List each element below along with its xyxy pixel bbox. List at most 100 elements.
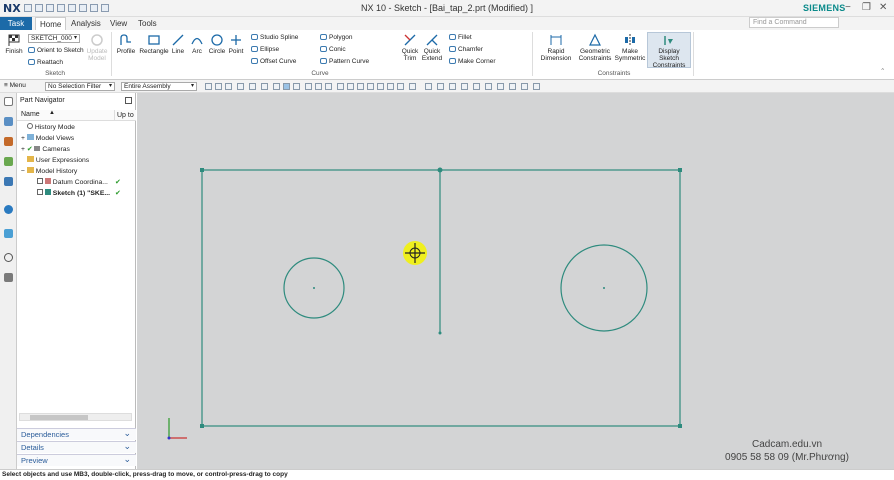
arc-button[interactable]: Arc — [189, 33, 205, 55]
render-style-icon[interactable] — [497, 83, 504, 90]
rapid-dimension-button[interactable]: Rapid Dimension — [537, 33, 575, 62]
orient-to-sketch-button[interactable]: Orient to Sketch — [28, 47, 84, 54]
update-model-button[interactable]: Update Model — [84, 33, 110, 62]
profile-button[interactable]: Profile — [115, 33, 137, 55]
tab-analysis[interactable]: Analysis — [67, 17, 105, 30]
circle-button[interactable]: Circle — [207, 33, 227, 55]
quick-trim-button[interactable]: Quick Trim — [400, 33, 420, 62]
chamfer-button[interactable]: Chamfer — [449, 46, 483, 53]
pan-icon[interactable] — [461, 83, 468, 90]
assembly-navigator-icon[interactable] — [4, 117, 13, 126]
graphics-window[interactable]: Cadcam.edu.vn 0905 58 58 09 (Mr.Phương) — [137, 93, 894, 469]
preview-panel[interactable]: Preview — [17, 453, 136, 466]
view-icon[interactable] — [249, 83, 256, 90]
fillet-button[interactable]: Fillet — [449, 34, 472, 41]
existing-point-snap-icon[interactable] — [367, 83, 374, 90]
roles-icon[interactable] — [4, 273, 13, 282]
checkbox-icon[interactable] — [37, 178, 43, 184]
tab-home[interactable]: Home — [35, 17, 67, 30]
pattern-curve-button[interactable]: Pattern Curve — [320, 58, 369, 65]
point-on-curve-icon[interactable] — [377, 83, 384, 90]
tree-row-cameras[interactable]: + ✔ Cameras — [17, 144, 136, 155]
point-on-surface-icon[interactable] — [387, 83, 394, 90]
select-icon[interactable] — [225, 83, 232, 90]
horizontal-scrollbar[interactable] — [19, 413, 132, 421]
sketch-name-select[interactable]: SKETCH_000 — [28, 34, 80, 43]
column-name[interactable]: Name — [21, 111, 40, 118]
deselect-icon[interactable] — [215, 83, 222, 90]
finish-button[interactable]: Finish — [4, 33, 24, 55]
display-sketch-constraints-button[interactable]: Display Sketch Constraints — [647, 32, 691, 69]
fit-icon[interactable] — [485, 83, 492, 90]
sketch-rectangle[interactable] — [201, 169, 681, 427]
reuse-library-icon[interactable] — [4, 177, 13, 186]
settings-gear-icon[interactable] — [4, 97, 13, 106]
tree-row-datum-csys[interactable]: Datum Coordina... ✔ — [17, 177, 136, 188]
maximize-icon[interactable] — [125, 97, 132, 104]
filter-icon[interactable] — [237, 83, 244, 90]
rotate-view-icon[interactable] — [449, 83, 456, 90]
curve-rule-icon[interactable] — [273, 83, 280, 90]
clock-icon[interactable] — [4, 253, 13, 262]
minimize-icon[interactable]: − — [845, 2, 851, 13]
body-select-icon[interactable] — [293, 83, 300, 90]
ellipse-button[interactable]: Ellipse — [251, 46, 279, 53]
details-panel[interactable]: Details — [17, 440, 136, 453]
part-navigator-icon[interactable] — [4, 157, 13, 166]
arc-center-icon[interactable] — [409, 83, 416, 90]
restore-icon[interactable]: ❐ — [862, 2, 871, 13]
sketch-canvas[interactable] — [137, 93, 894, 469]
tree-row-model-views[interactable]: + Model Views — [17, 133, 136, 144]
checkbox-icon[interactable] — [37, 189, 43, 195]
control-point-snap-icon[interactable] — [325, 83, 332, 90]
center-snap-icon[interactable] — [347, 83, 354, 90]
menu-button[interactable]: ≡ Menu — [4, 82, 26, 89]
endpoint-snap-icon[interactable] — [305, 83, 312, 90]
offset-curve-button[interactable]: Offset Curve — [251, 58, 296, 65]
zoom-icon[interactable] — [473, 83, 480, 90]
find-command-input[interactable]: Find a Command — [749, 17, 839, 28]
make-corner-button[interactable]: Make Corner — [449, 58, 496, 65]
grid-icon[interactable] — [437, 83, 444, 90]
make-symmetric-button[interactable]: Make Symmetric — [614, 33, 646, 62]
scope-select[interactable]: Entire Assembly — [121, 82, 197, 91]
layer-icon[interactable] — [521, 83, 528, 90]
selection-filter-select[interactable]: No Selection Filter — [45, 82, 115, 91]
collapse-icon[interactable]: − — [21, 168, 25, 175]
tree-row-sketch[interactable]: Sketch (1) "SKE... ✔ — [17, 188, 136, 199]
circle-center-point[interactable] — [313, 287, 315, 289]
lock-icon[interactable] — [261, 83, 268, 90]
orient-view-icon[interactable] — [509, 83, 516, 90]
quadrant-snap-icon[interactable] — [357, 83, 364, 90]
quick-extend-button[interactable]: Quick Extend — [421, 33, 443, 62]
polygon-button[interactable]: Polygon — [320, 34, 353, 41]
constraint-navigator-icon[interactable] — [4, 137, 13, 146]
studio-spline-button[interactable]: Studio Spline — [251, 34, 298, 41]
column-upto[interactable]: Up to — [114, 110, 134, 121]
history-icon[interactable] — [4, 229, 13, 238]
conic-button[interactable]: Conic — [320, 46, 346, 53]
web-browser-icon[interactable] — [4, 205, 13, 214]
expand-icon[interactable]: + — [21, 146, 25, 153]
show-hide-icon[interactable] — [533, 83, 540, 90]
line-button[interactable]: Line — [170, 33, 186, 55]
bounded-grid-icon[interactable] — [397, 83, 404, 90]
tab-view[interactable]: View — [106, 17, 131, 30]
face-select-icon[interactable] — [283, 83, 290, 90]
pole-icon[interactable] — [425, 83, 432, 90]
tree-row-user-expressions[interactable]: User Expressions — [17, 155, 136, 166]
tab-tools[interactable]: Tools — [134, 17, 161, 30]
ribbon-collapse-icon[interactable]: ⌃ — [880, 67, 885, 75]
snap-icon[interactable] — [205, 83, 212, 90]
reattach-button[interactable]: Reattach — [28, 59, 63, 66]
tree-row-model-history[interactable]: − Model History — [17, 166, 136, 177]
intersection-snap-icon[interactable] — [337, 83, 344, 90]
rectangle-button[interactable]: Rectangle — [139, 33, 169, 55]
dependencies-panel[interactable]: Dependencies — [17, 427, 136, 440]
geometric-constraints-button[interactable]: Geometric Constraints — [577, 33, 613, 62]
scrollbar-thumb[interactable] — [30, 415, 88, 420]
point-button[interactable]: Point — [227, 33, 245, 55]
tree-row-history-mode[interactable]: History Mode — [17, 122, 136, 133]
close-icon[interactable]: ✕ — [879, 2, 887, 13]
circle-center-point[interactable] — [603, 287, 605, 289]
